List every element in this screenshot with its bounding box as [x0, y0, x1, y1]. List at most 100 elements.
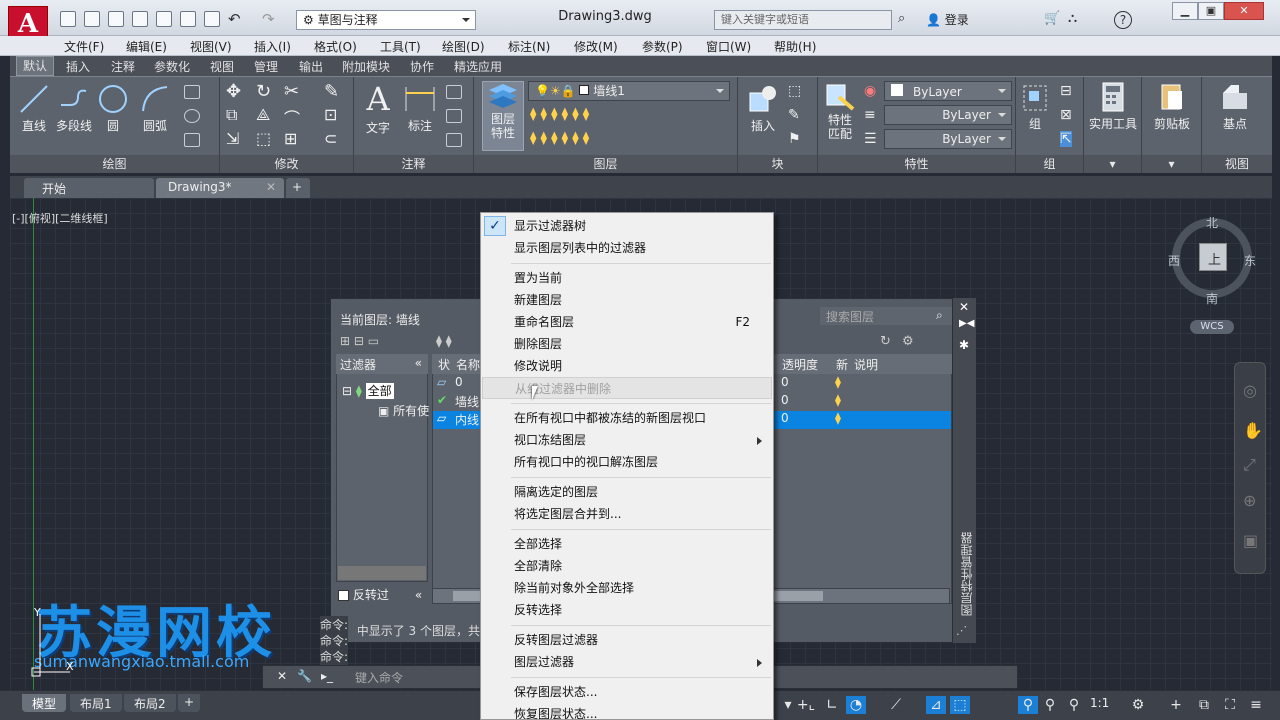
- linetype-dropdown[interactable]: ByLayer: [884, 105, 1012, 125]
- close-commandline-icon[interactable]: ✕: [277, 669, 287, 683]
- status-dropdown-icon[interactable]: ▾: [778, 696, 798, 714]
- col-new-vp-freeze[interactable]: 新: [836, 356, 848, 373]
- tab-drawing3[interactable]: Drawing3* ✕: [156, 178, 284, 198]
- col-description[interactable]: 说明: [854, 356, 878, 373]
- menu-insert[interactable]: 插入(I): [254, 38, 291, 55]
- add-layout-button[interactable]: +: [178, 694, 201, 712]
- search-icon[interactable]: ⌕: [936, 308, 943, 323]
- menu-set-current[interactable]: 置为当前: [482, 267, 772, 289]
- group-button[interactable]: 组: [1020, 83, 1050, 132]
- vp-freeze-icon[interactable]: ⧫: [835, 411, 841, 425]
- command-input[interactable]: 键入命令: [355, 669, 403, 686]
- tab-layout2[interactable]: 布局2: [124, 694, 176, 712]
- menu-isolate-layers[interactable]: 隔离选定的图层: [482, 481, 772, 503]
- trim-icon[interactable]: ✂: [284, 81, 299, 102]
- ellipse-icon[interactable]: [184, 109, 200, 123]
- menu-modify[interactable]: 修改(M): [574, 38, 618, 55]
- col-name[interactable]: 名称: [456, 356, 480, 373]
- filter-tree-all[interactable]: ⊟ ⧫ 全部: [342, 382, 394, 399]
- search-input[interactable]: 键入关键字或短语: [714, 10, 892, 30]
- menu-invert-layer-filter[interactable]: 反转图层过滤器: [482, 629, 772, 651]
- menu-vp-thaw-all[interactable]: 所有视口中的视口解冻图层: [482, 451, 772, 473]
- orbit-icon[interactable]: ⊕: [1243, 491, 1256, 510]
- clipboard-button[interactable]: 剪贴板: [1146, 81, 1198, 132]
- menu-vp-freeze-layer[interactable]: 视口冻结图层: [482, 429, 772, 451]
- menu-delete-layer[interactable]: 删除图层: [482, 333, 772, 355]
- menu-help[interactable]: 帮助(H): [774, 38, 816, 55]
- menu-merge-layers[interactable]: 将选定图层合并到...: [482, 503, 772, 525]
- base-view-button[interactable]: 基点: [1210, 81, 1260, 132]
- close-palette-icon[interactable]: ✕: [959, 300, 969, 314]
- tab-view[interactable]: 视图: [210, 58, 234, 75]
- sign-in-button[interactable]: 👤 登录: [926, 11, 969, 28]
- scale-icon[interactable]: ⬚: [256, 129, 271, 148]
- menu-invert-selection[interactable]: 反转选择: [482, 599, 772, 621]
- maximize-button[interactable]: ▣: [1198, 2, 1224, 20]
- menu-show-filters-in-list[interactable]: 显示图层列表中的过滤器: [482, 237, 772, 259]
- leader-icon[interactable]: [446, 109, 462, 123]
- auto-scale-icon[interactable]: ⚲: [1040, 696, 1060, 714]
- group-edit-icon[interactable]: ⊠: [1060, 107, 1072, 123]
- block-attribute-icon[interactable]: ⚑: [788, 131, 801, 147]
- menu-clear-all[interactable]: 全部清除: [482, 555, 772, 577]
- tab-default[interactable]: 默认: [16, 56, 55, 76]
- dynamic-input-icon[interactable]: +⌞: [796, 696, 816, 714]
- arc-tool[interactable]: 圆弧: [138, 83, 172, 134]
- autohide-icon[interactable]: ▶◀: [959, 318, 974, 329]
- groups-panel-title[interactable]: 组: [1016, 155, 1083, 173]
- view-panel-title[interactable]: 视图: [1202, 155, 1272, 173]
- rectangle-icon[interactable]: [184, 85, 200, 99]
- erase-icon[interactable]: ✎: [324, 81, 339, 102]
- save-icon[interactable]: [108, 11, 124, 27]
- lineweight-dropdown[interactable]: ByLayer: [884, 129, 1012, 149]
- isolate-objects-icon[interactable]: ⧉: [1194, 696, 1214, 714]
- command-prompt-icon[interactable]: ▸_: [321, 669, 333, 683]
- pan-icon[interactable]: ✋: [1243, 421, 1263, 440]
- annotation-panel-title[interactable]: 注释: [354, 155, 473, 173]
- linear-dimension-icon[interactable]: [446, 85, 462, 99]
- mirror-icon[interactable]: ⟁: [256, 105, 270, 125]
- new-filter-icon[interactable]: ⊞ ⊟ ▭: [340, 334, 379, 348]
- clean-screen-icon[interactable]: ⛶: [1220, 696, 1240, 714]
- close-window-button[interactable]: ✕: [1224, 2, 1264, 20]
- menu-view[interactable]: 视图(V): [190, 38, 232, 55]
- menu-window[interactable]: 窗口(W): [706, 38, 751, 55]
- col-status[interactable]: 状: [438, 356, 450, 373]
- new-layer-icon[interactable]: ⧫ ⧫: [436, 334, 452, 348]
- menu-parametric[interactable]: 参数(P): [642, 38, 683, 55]
- text-tool[interactable]: A 文字: [360, 81, 396, 136]
- compass-west[interactable]: 西: [1168, 252, 1180, 269]
- layer-dropdown[interactable]: 💡☀🔒 墙线1: [528, 81, 730, 101]
- utilities-button[interactable]: 实用工具: [1086, 81, 1140, 132]
- showmotion-icon[interactable]: ▣: [1243, 531, 1258, 550]
- array-icon[interactable]: ⊞: [284, 129, 297, 148]
- binoculars-icon[interactable]: ⌕: [898, 11, 905, 26]
- viewport-controls[interactable]: [-][俯视][二维线框]: [12, 210, 108, 226]
- collapse-filter-icon[interactable]: «: [415, 356, 422, 370]
- menu-show-filter-tree[interactable]: 显示过滤器树: [482, 215, 772, 237]
- tab-addins[interactable]: 附加模块: [342, 58, 390, 75]
- tab-output[interactable]: 输出: [299, 58, 323, 75]
- customize-icon[interactable]: 🔧: [297, 669, 312, 683]
- new-tab-button[interactable]: +: [286, 178, 310, 198]
- modify-panel-title[interactable]: 修改: [220, 155, 353, 173]
- minimize-button[interactable]: ▁: [1172, 2, 1198, 20]
- clipboard-panel-dropdown[interactable]: ▾: [1142, 155, 1201, 173]
- line-tool[interactable]: 直线: [16, 83, 52, 134]
- offset-icon[interactable]: ⊂: [324, 129, 337, 148]
- exchange-icon[interactable]: ⛬: [1068, 11, 1077, 26]
- tab-featured-apps[interactable]: 精选应用: [454, 58, 502, 75]
- steering-wheel-icon[interactable]: ◎: [1243, 381, 1257, 400]
- color-wheel-icon[interactable]: ◉: [864, 83, 876, 99]
- object-snap-icon[interactable]: ⊿: [926, 696, 946, 714]
- vp-freeze-icon[interactable]: ⧫: [835, 375, 841, 389]
- vp-freeze-icon[interactable]: ⧫: [835, 393, 841, 407]
- insert-block-button[interactable]: 插入: [740, 83, 786, 134]
- menu-save-layer-states[interactable]: 保存图层状态...: [482, 681, 772, 703]
- ortho-icon[interactable]: ∟: [822, 696, 842, 714]
- viewcube-top-face[interactable]: 上: [1199, 243, 1227, 271]
- resize-grip-icon[interactable]: ⋰: [956, 624, 967, 637]
- linetype-icon[interactable]: ≡: [864, 107, 876, 123]
- polar-tracking-icon[interactable]: ◔: [846, 696, 866, 714]
- menu-select-all-but-current[interactable]: 除当前对象外全部选择: [482, 577, 772, 599]
